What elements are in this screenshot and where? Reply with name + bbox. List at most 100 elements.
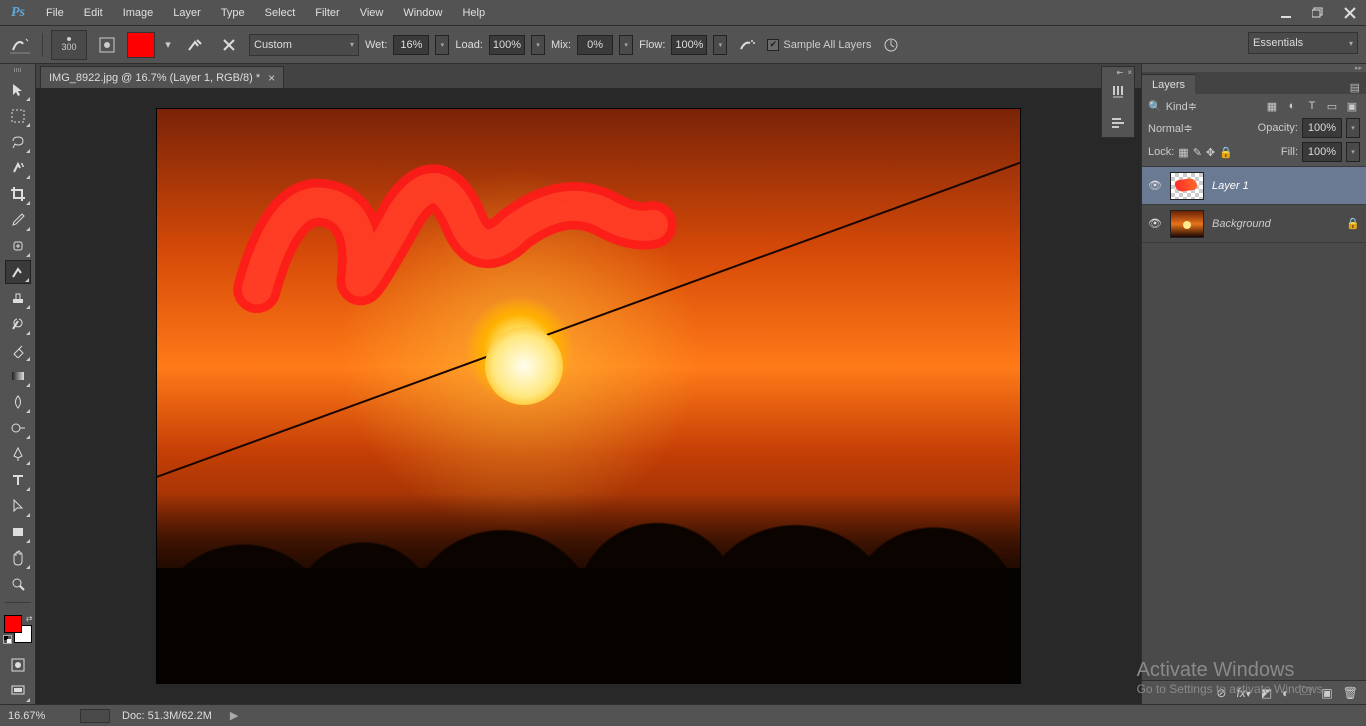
workspace-switcher[interactable]: Essentials▾	[1248, 32, 1358, 54]
visibility-toggle-icon[interactable]: 👁	[1148, 217, 1162, 230]
brush-presets-icon[interactable]	[1102, 107, 1134, 137]
layer-thumbnail[interactable]	[1170, 210, 1204, 238]
status-arrow-icon[interactable]: ▶	[230, 709, 238, 722]
foreground-color-swatch[interactable]	[4, 615, 22, 633]
lock-transparent-icon[interactable]: ▦	[1178, 146, 1188, 159]
window-close-button[interactable]	[1334, 2, 1366, 24]
rectangular-marquee-tool[interactable]	[5, 104, 31, 128]
brush-settings-icon[interactable]	[1102, 77, 1134, 107]
brush-combo-preset-dropdown[interactable]: Custom▾	[249, 34, 359, 56]
history-brush-tool[interactable]	[5, 312, 31, 336]
brush-load-color-swatch[interactable]	[127, 32, 155, 58]
canvas[interactable]	[156, 108, 1021, 684]
adjustment-layer-icon[interactable]: ◐	[1282, 686, 1289, 700]
tablet-pressure-toggle-icon[interactable]	[877, 32, 905, 58]
close-icon[interactable]: ×	[268, 71, 275, 85]
visibility-toggle-icon[interactable]: 👁	[1148, 179, 1162, 192]
eraser-tool[interactable]	[5, 338, 31, 362]
gradient-tool[interactable]	[5, 364, 31, 388]
layer-name[interactable]: Background	[1212, 218, 1338, 230]
move-tool[interactable]	[5, 78, 31, 102]
tool-preset-picker[interactable]	[6, 32, 34, 58]
load-brush-after-stroke-icon[interactable]	[181, 32, 209, 58]
layer-row[interactable]: 👁 Layer 1	[1142, 167, 1366, 205]
panel-grip-icon[interactable]	[3, 68, 33, 74]
swap-colors-icon[interactable]: ⇄	[26, 614, 33, 623]
layer-name[interactable]: Layer 1	[1212, 180, 1360, 192]
new-layer-icon[interactable]: ▣	[1321, 686, 1332, 700]
menu-help[interactable]: Help	[452, 3, 495, 23]
filter-smart-icon[interactable]: ▣	[1344, 98, 1360, 114]
layer-mask-icon[interactable]: ◩	[1261, 686, 1272, 700]
pen-tool[interactable]	[5, 442, 31, 466]
lasso-tool[interactable]	[5, 130, 31, 154]
sample-all-layers-checkbox[interactable]: ✔ Sample All Layers	[767, 39, 871, 51]
rectangle-shape-tool[interactable]	[5, 520, 31, 544]
quick-mask-toggle[interactable]	[5, 653, 31, 677]
flow-dropdown[interactable]: ▾	[713, 35, 727, 55]
delete-layer-icon[interactable]: 🗑	[1343, 686, 1358, 700]
healing-brush-tool[interactable]	[5, 234, 31, 258]
layer-row[interactable]: 👁 Background 🔒	[1142, 205, 1366, 243]
dodge-tool[interactable]	[5, 416, 31, 440]
layer-effects-icon[interactable]: fx▾	[1236, 686, 1250, 700]
menu-image[interactable]: Image	[113, 3, 164, 23]
menu-select[interactable]: Select	[255, 3, 306, 23]
panel-collapse-grip[interactable]: ▸▸	[1142, 64, 1366, 72]
screen-mode-toggle[interactable]	[5, 679, 31, 703]
menu-type[interactable]: Type	[211, 3, 255, 23]
mix-dropdown[interactable]: ▾	[619, 35, 633, 55]
blur-tool[interactable]	[5, 390, 31, 414]
menu-filter[interactable]: Filter	[305, 3, 349, 23]
airbrush-toggle-icon[interactable]	[733, 32, 761, 58]
mix-input[interactable]: 0%	[577, 35, 613, 55]
wet-dropdown[interactable]: ▾	[435, 35, 449, 55]
layers-panel-tab[interactable]: Layers	[1142, 74, 1195, 94]
document-tab[interactable]: IMG_8922.jpg @ 16.7% (Layer 1, RGB/8) * …	[40, 66, 284, 88]
type-tool[interactable]	[5, 468, 31, 492]
path-selection-tool[interactable]	[5, 494, 31, 518]
layer-filter-dropdown[interactable]: 🔍Kind≑	[1148, 100, 1226, 113]
clean-brush-after-stroke-icon[interactable]	[215, 32, 243, 58]
filter-type-icon[interactable]: T	[1304, 98, 1320, 114]
blend-mode-dropdown[interactable]: Normal≑	[1148, 122, 1254, 135]
menu-edit[interactable]: Edit	[74, 3, 113, 23]
fill-dropdown[interactable]: ▾	[1346, 142, 1360, 162]
opacity-dropdown[interactable]: ▾	[1346, 118, 1360, 138]
crop-tool[interactable]	[5, 182, 31, 206]
foreground-background-colors[interactable]: ⇄	[4, 615, 32, 643]
status-preview-icon[interactable]	[80, 709, 110, 723]
filter-shape-icon[interactable]: ▭	[1324, 98, 1340, 114]
brush-panel-toggle[interactable]	[93, 32, 121, 58]
filter-pixel-icon[interactable]: ▦	[1264, 98, 1280, 114]
load-input[interactable]: 100%	[489, 35, 525, 55]
wet-input[interactable]: 16%	[393, 35, 429, 55]
clone-stamp-tool[interactable]	[5, 286, 31, 310]
brush-preset-picker[interactable]: 300	[51, 30, 87, 60]
eyedropper-tool[interactable]	[5, 208, 31, 232]
menu-file[interactable]: File	[36, 3, 74, 23]
filter-adjustment-icon[interactable]: ◐	[1284, 98, 1300, 114]
menu-layer[interactable]: Layer	[163, 3, 211, 23]
quick-selection-tool[interactable]	[5, 156, 31, 180]
zoom-tool[interactable]	[5, 572, 31, 596]
layer-group-icon[interactable]: 🗀	[1299, 682, 1311, 703]
close-icon[interactable]: ×	[1127, 68, 1132, 77]
lock-all-icon[interactable]: 🔒	[1219, 146, 1233, 159]
lock-pixels-icon[interactable]: ✎	[1193, 146, 1202, 159]
default-colors-icon[interactable]	[3, 635, 12, 644]
doc-info[interactable]: Doc: 51.3M/62.2M	[122, 710, 212, 722]
flow-input[interactable]: 100%	[671, 35, 707, 55]
panel-menu-icon[interactable]: ▤	[1344, 81, 1366, 94]
window-restore-button[interactable]	[1302, 2, 1334, 24]
zoom-level[interactable]: 16.67%	[8, 710, 68, 722]
link-layers-icon[interactable]: ⊘	[1216, 686, 1226, 700]
lock-position-icon[interactable]: ✥	[1206, 146, 1215, 159]
fill-input[interactable]: 100%	[1302, 142, 1342, 162]
menu-view[interactable]: View	[350, 3, 394, 23]
expand-icon[interactable]: ⇤	[1117, 68, 1124, 77]
window-minimize-button[interactable]	[1270, 2, 1302, 24]
hand-tool[interactable]	[5, 546, 31, 570]
canvas-viewport[interactable]	[36, 88, 1141, 704]
swatch-dropdown[interactable]: ▾	[161, 32, 175, 58]
